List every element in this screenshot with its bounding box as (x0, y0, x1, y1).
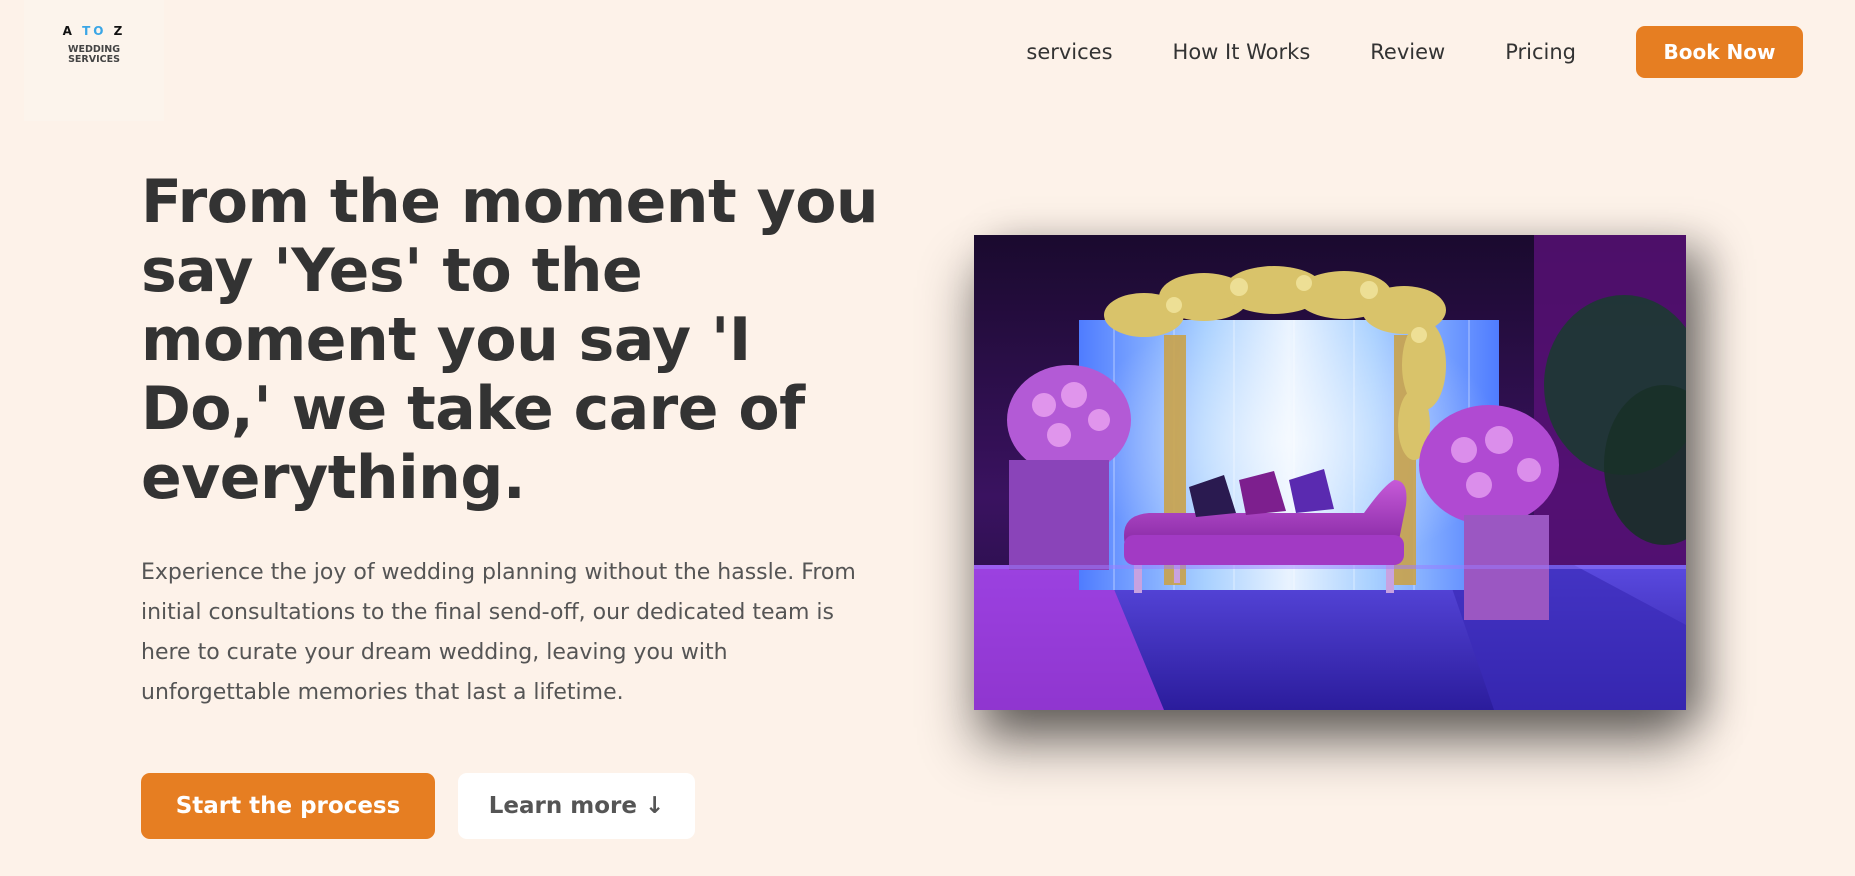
start-process-button[interactable]: Start the process (141, 773, 435, 839)
logo[interactable]: A TO Z WEDDING SERVICES (24, 0, 164, 121)
hero-description: Experience the joy of wedding planning w… (141, 560, 856, 705)
logo-line-2: SERVICES (68, 54, 120, 65)
logo-text: WEDDING SERVICES (24, 45, 164, 65)
wedding-stage-image (974, 235, 1686, 710)
learn-more-button[interactable]: Learn more ↓ (458, 773, 695, 839)
logo-mark: A TO Z (24, 24, 164, 38)
logo-letter-z: Z (113, 24, 126, 38)
logo-letter-to: TO (82, 24, 107, 38)
main-nav: services How It Works Review Pricing Boo… (1026, 0, 1803, 104)
logo-letter-a: A (62, 24, 75, 38)
nav-link-how-it-works[interactable]: How It Works (1173, 40, 1311, 64)
site-header: A TO Z WEDDING SERVICES services How It … (0, 0, 1855, 122)
hero-title: From the moment you say 'Yes' to the mom… (141, 167, 879, 513)
nav-link-services[interactable]: services (1026, 40, 1112, 64)
book-now-button[interactable]: Book Now (1636, 26, 1803, 78)
nav-link-pricing[interactable]: Pricing (1505, 40, 1576, 64)
nav-link-review[interactable]: Review (1370, 40, 1445, 64)
wedding-stage-illustration (974, 235, 1686, 710)
